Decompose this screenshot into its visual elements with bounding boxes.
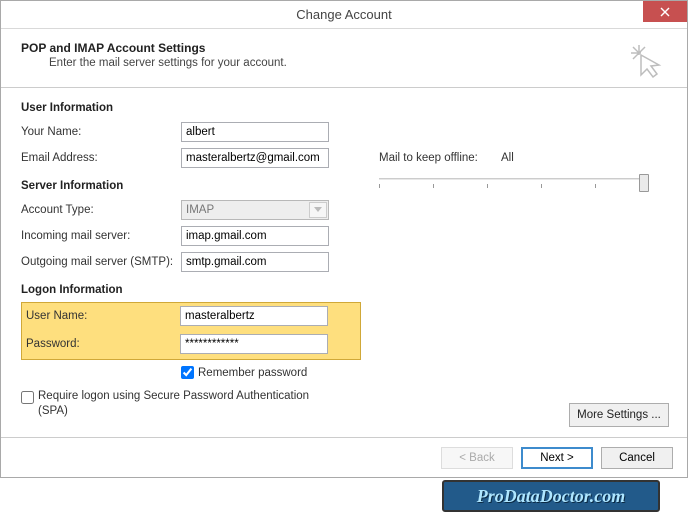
email-label: Email Address: (21, 152, 181, 164)
slider-thumb[interactable] (639, 174, 649, 192)
mail-keep-label: Mail to keep offline: (379, 152, 501, 164)
password-label: Password: (24, 338, 180, 350)
cancel-button[interactable]: Cancel (601, 447, 673, 469)
remember-password-label: Remember password (198, 367, 307, 379)
next-button[interactable]: Next > (521, 447, 593, 469)
account-type-select: IMAP (181, 200, 329, 220)
chevron-down-icon (309, 202, 327, 218)
window-title: Change Account (296, 7, 391, 22)
username-input[interactable] (180, 306, 328, 326)
username-label: User Name: (24, 310, 180, 322)
account-type-value: IMAP (186, 204, 214, 216)
change-account-window: Change Account POP and IMAP Account Sett… (0, 0, 688, 478)
header-subtitle: Enter the mail server settings for your … (21, 57, 667, 69)
mail-keep-slider[interactable] (379, 174, 649, 192)
close-button[interactable] (643, 1, 687, 22)
your-name-label: Your Name: (21, 126, 181, 138)
your-name-input[interactable] (181, 122, 329, 142)
close-icon (660, 7, 670, 17)
right-panel: Mail to keep offline: All (379, 102, 669, 192)
require-spa-checkbox[interactable] (21, 391, 34, 404)
mail-keep-value: All (501, 152, 514, 164)
user-info-heading: User Information (21, 102, 371, 114)
back-button: < Back (441, 447, 513, 469)
content-area: User Information Your Name: Email Addres… (1, 88, 687, 429)
remember-password-checkbox[interactable] (181, 366, 194, 379)
more-settings-button[interactable]: More Settings ... (569, 403, 669, 427)
incoming-label: Incoming mail server: (21, 230, 181, 242)
footer: < Back Next > Cancel (1, 437, 687, 477)
account-type-label: Account Type: (21, 204, 181, 216)
cursor-star-icon (627, 41, 667, 81)
logon-info-heading: Logon Information (21, 284, 371, 296)
password-input[interactable] (180, 334, 328, 354)
outgoing-input[interactable] (181, 252, 329, 272)
logon-highlight: User Name: Password: (21, 302, 361, 360)
incoming-input[interactable] (181, 226, 329, 246)
require-spa-label: Require logon using Secure Password Auth… (38, 389, 338, 419)
header-title: POP and IMAP Account Settings (21, 41, 667, 55)
watermark-badge: ProDataDoctor.com (442, 480, 660, 512)
titlebar: Change Account (1, 1, 687, 29)
dialog-header: POP and IMAP Account Settings Enter the … (1, 29, 687, 87)
email-input[interactable] (181, 148, 329, 168)
server-info-heading: Server Information (21, 180, 371, 192)
outgoing-label: Outgoing mail server (SMTP): (21, 256, 181, 268)
